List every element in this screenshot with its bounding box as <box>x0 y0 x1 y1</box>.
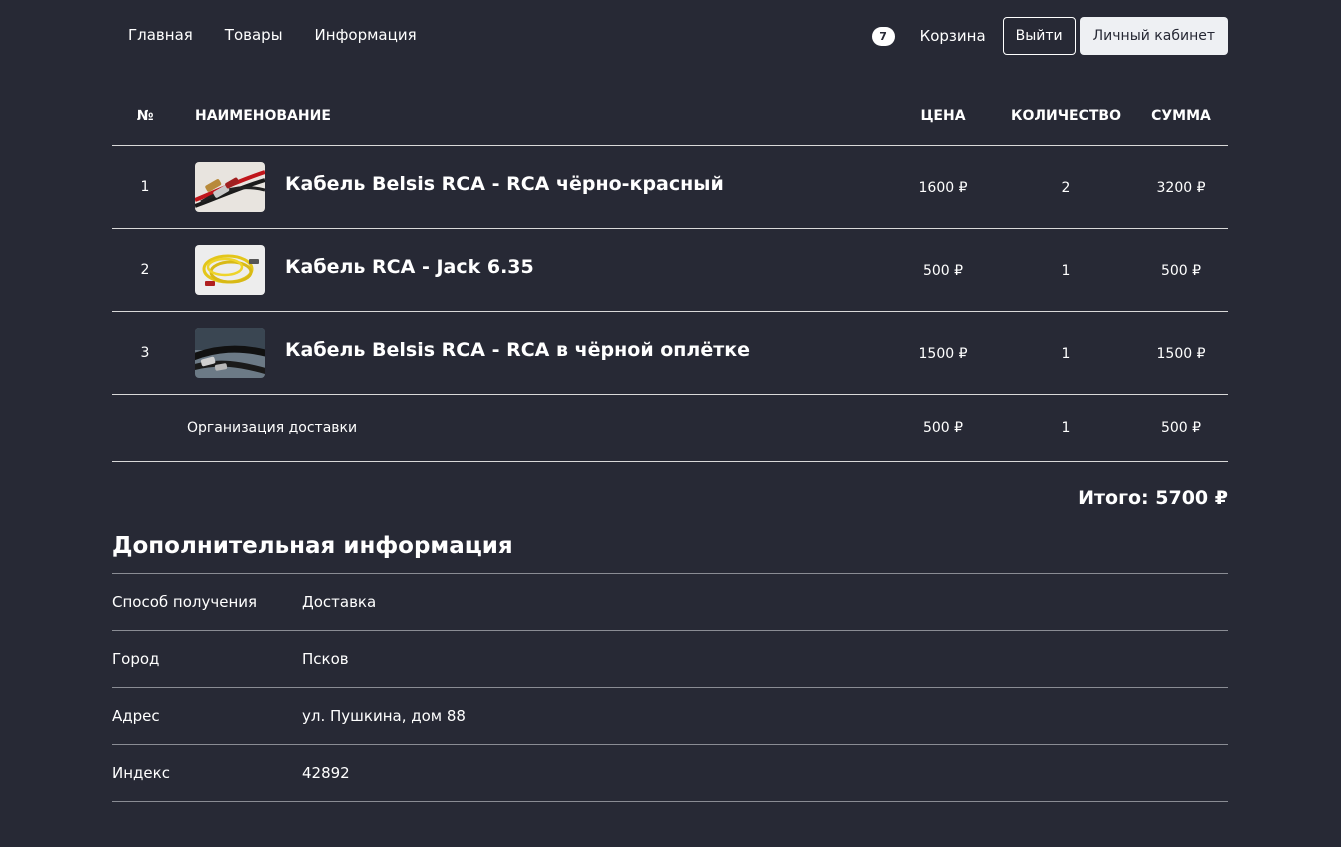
info-label: Индекс <box>112 763 170 782</box>
header-name-label: НАИМЕНОВАНИЕ <box>195 107 331 124</box>
product-info: Кабель Belsis RCA - RCA в чёрной оплётке <box>195 327 888 378</box>
logout-button[interactable]: Выйти <box>1002 17 1076 55</box>
navbar: Главная Товары Информация 7 Корзина Выйт… <box>112 0 1228 73</box>
cart-count-badge: 7 <box>871 26 895 46</box>
nav-links: Главная Товары Информация <box>128 26 417 44</box>
additional-info-title: Дополнительная информация <box>112 533 1228 574</box>
delivery-row: Организация доставки 500 ₽ 1 500 ₽ <box>112 394 1228 462</box>
row-sum: 500 ₽ <box>1134 228 1228 312</box>
header-name: НАИМЕНОВАНИЕ <box>178 73 888 146</box>
header-qty: КОЛИЧЕСТВО <box>998 73 1134 146</box>
product-info: Кабель Belsis RCA - RCA чёрно-красный <box>195 161 888 212</box>
order-total: Итого: 5700 ₽ <box>1078 486 1228 509</box>
table-row: 2 Кабель RCA - Jack 6.35 500 ₽ 1 500 ₽ <box>112 228 1228 312</box>
account-button[interactable]: Личный кабинет <box>1079 17 1228 55</box>
row-qty: 2 <box>998 145 1134 229</box>
info-value: 42892 <box>302 763 350 782</box>
row-num: 3 <box>112 311 178 395</box>
row-price: 1500 ₽ <box>888 311 998 395</box>
row-qty: 1 <box>998 228 1134 312</box>
product-name[interactable]: Кабель RCA - Jack 6.35 <box>285 256 534 278</box>
page-container: Главная Товары Информация 7 Корзина Выйт… <box>112 0 1228 802</box>
row-num: 1 <box>112 145 178 229</box>
row-price: 500 ₽ <box>888 228 998 312</box>
row-name-cell: Кабель RCA - Jack 6.35 <box>178 228 888 312</box>
info-row-address: Адрес ул. Пушкина, дом 88 <box>112 688 1228 745</box>
red-black-rca-cable-icon[interactable] <box>195 161 265 212</box>
product-info: Кабель RCA - Jack 6.35 <box>195 244 888 295</box>
delivery-qty: 1 <box>998 394 1134 462</box>
info-row-postcode: Индекс 42892 <box>112 745 1228 802</box>
cart-link[interactable]: Корзина <box>920 27 986 45</box>
nav-link-products[interactable]: Товары <box>225 26 283 44</box>
nav-link-info[interactable]: Информация <box>315 26 417 44</box>
table-header-row: № НАИМЕНОВАНИЕ ЦЕНА КОЛИЧЕСТВО СУММА <box>112 73 1228 146</box>
cart-table: № НАИМЕНОВАНИЕ ЦЕНА КОЛИЧЕСТВО СУММА 1 К… <box>112 73 1228 462</box>
row-sum: 1500 ₽ <box>1134 311 1228 395</box>
info-label: Способ получения <box>112 592 258 611</box>
table-row: 1 Кабель Belsis RCA - RCA чёрно-красный … <box>112 145 1228 229</box>
row-qty: 1 <box>998 311 1134 395</box>
header-price: ЦЕНА <box>888 73 998 146</box>
table-row: 3 Кабель Belsis RCA - RCA в чёрной оплёт… <box>112 311 1228 395</box>
info-row-delivery-method: Способ получения Доставка <box>112 574 1228 631</box>
product-name[interactable]: Кабель Belsis RCA - RCA в чёрной оплётке <box>285 339 750 361</box>
row-price: 1600 ₽ <box>888 145 998 229</box>
info-label: Город <box>112 649 160 668</box>
delivery-label: Организация доставки <box>112 394 888 462</box>
header-sum: СУММА <box>1134 73 1228 146</box>
yellow-cable-icon[interactable] <box>195 244 265 295</box>
info-value: ул. Пушкина, дом 88 <box>302 706 466 725</box>
info-value: Доставка <box>302 592 377 611</box>
info-value: Псков <box>302 649 349 668</box>
row-num: 2 <box>112 228 178 312</box>
product-name[interactable]: Кабель Belsis RCA - RCA чёрно-красный <box>285 173 724 195</box>
row-name-cell: Кабель Belsis RCA - RCA в чёрной оплётке <box>178 311 888 395</box>
nav-actions: 7 Корзина Выйти Личный кабинет <box>871 17 1228 55</box>
info-row-city: Город Псков <box>112 631 1228 688</box>
nav-link-home[interactable]: Главная <box>128 26 193 44</box>
delivery-sum: 500 ₽ <box>1134 394 1228 462</box>
row-sum: 3200 ₽ <box>1134 145 1228 229</box>
delivery-price: 500 ₽ <box>888 394 998 462</box>
black-braided-cable-icon[interactable] <box>195 327 265 378</box>
header-num: № <box>112 73 178 146</box>
additional-info-list: Способ получения Доставка Город Псков Ад… <box>112 574 1228 802</box>
info-label: Адрес <box>112 706 160 725</box>
row-name-cell: Кабель Belsis RCA - RCA чёрно-красный <box>178 145 888 229</box>
